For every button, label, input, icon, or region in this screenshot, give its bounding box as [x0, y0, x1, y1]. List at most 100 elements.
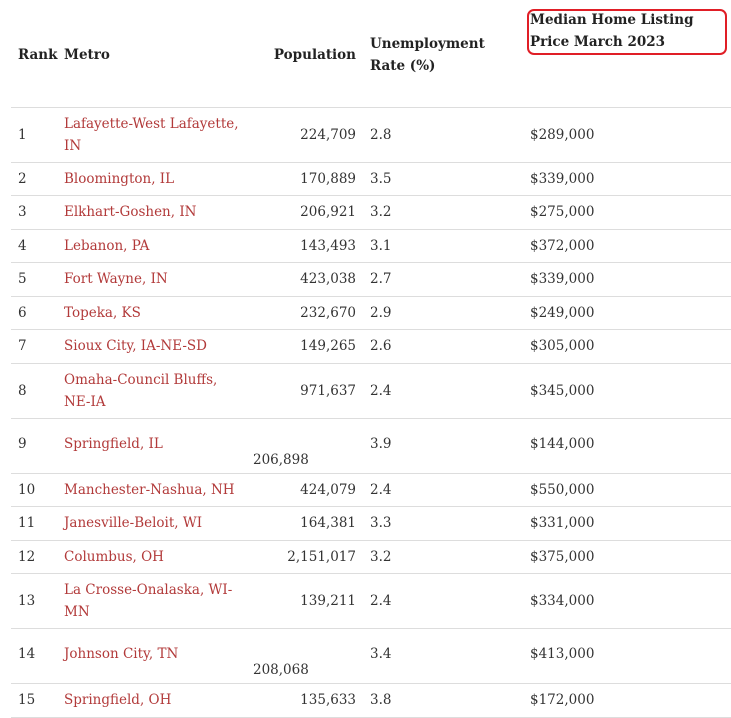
rank-cell: 5	[11, 262, 57, 297]
population-cell: 208,068	[253, 628, 363, 684]
unemployment-cell: 2.7	[363, 262, 523, 297]
table-row: 15 Springfield, OH 135,633 3.8 $172,000	[11, 683, 731, 718]
population-cell: 424,079	[253, 473, 363, 507]
rank-cell: 15	[11, 683, 57, 718]
median-price-cell: $550,000	[523, 473, 731, 507]
metro-link[interactable]: La Crosse-Onalaska, WI-MN	[64, 582, 232, 620]
metro-link[interactable]: Elkhart-Goshen, IN	[64, 204, 196, 220]
median-price-cell: $172,000	[523, 683, 731, 718]
metro-cell: Topeka, KS	[57, 296, 253, 330]
metro-link[interactable]: Bloomington, IL	[64, 171, 174, 187]
unemployment-cell: 3.8	[363, 683, 523, 718]
metro-link[interactable]: Omaha-Council Bluffs, NE-IA	[64, 372, 217, 410]
population-cell: 206,898	[253, 418, 363, 474]
population-cell: 139,211	[253, 573, 363, 629]
metro-cell: Bloomington, IL	[57, 162, 253, 196]
median-price-cell: $289,000	[523, 107, 731, 163]
population-cell: 423,038	[253, 262, 363, 297]
rank-cell: 14	[11, 628, 57, 684]
metro-cell: Sioux City, IA-NE-SD	[57, 329, 253, 364]
median-price-cell: $345,000	[523, 363, 731, 419]
table-row: 6 Topeka, KS 232,670 2.9 $249,000	[11, 296, 731, 330]
metro-link[interactable]: Lebanon, PA	[64, 238, 149, 254]
population-cell: 2,151,017	[253, 540, 363, 574]
median-price-cell: $275,000	[523, 195, 731, 230]
metro-cell: Lebanon, PA	[57, 229, 253, 263]
population-cell: 232,670	[253, 296, 363, 330]
metro-cell: Springfield, IL	[57, 418, 253, 474]
rank-cell: 6	[11, 296, 57, 330]
unemployment-cell: 3.4	[363, 628, 523, 684]
unemployment-cell: 3.5	[363, 162, 523, 196]
table-row: 2 Bloomington, IL 170,889 3.5 $339,000	[11, 162, 731, 196]
table-row: 14 Johnson City, TN 208,068 3.4 $413,000	[11, 628, 731, 684]
table-header: Rank Metro Population Unemployment Rate …	[11, 0, 731, 108]
header-row: Rank Metro Population Unemployment Rate …	[11, 0, 731, 108]
table-row: 12 Columbus, OH 2,151,017 3.2 $375,000	[11, 540, 731, 574]
metro-cell: Manchester-Nashua, NH	[57, 473, 253, 507]
metro-cell: Fort Wayne, IN	[57, 262, 253, 297]
table-row: 7 Sioux City, IA-NE-SD 149,265 2.6 $305,000	[11, 329, 731, 364]
rank-cell: 12	[11, 540, 57, 574]
median-price-cell: $339,000	[523, 162, 731, 196]
column-header-median-home-price: Median Home Listing Price March 2023	[523, 0, 731, 108]
table-row: 8 Omaha-Council Bluffs, NE-IA 971,637 2.4 $3…	[11, 363, 731, 419]
population-cell: 164,381	[253, 506, 363, 541]
population-cell: 206,921	[253, 195, 363, 230]
unemployment-cell: 3.2	[363, 540, 523, 574]
table-row: 13 La Crosse-Onalaska, WI-MN 139,211 2.4 $33…	[11, 573, 731, 629]
unemployment-cell: 2.8	[363, 107, 523, 163]
table-row: 1 Lafayette-West Lafayette, IN 224,709 2.8 $…	[11, 107, 731, 163]
rank-cell: 3	[11, 195, 57, 230]
column-header-metro: Metro	[57, 0, 253, 108]
table-row: 5 Fort Wayne, IN 423,038 2.7 $339,000	[11, 262, 731, 297]
median-price-header-label: Median Home Listing Price March 2023	[530, 12, 694, 50]
rank-cell: 13	[11, 573, 57, 629]
metro-link[interactable]: Topeka, KS	[64, 305, 141, 321]
metro-link[interactable]: Johnson City, TN	[64, 646, 178, 662]
metro-link[interactable]: Sioux City, IA-NE-SD	[64, 338, 207, 354]
median-price-cell: $305,000	[523, 329, 731, 364]
metro-link[interactable]: Lafayette-West Lafayette, IN	[64, 116, 239, 154]
median-price-cell: $372,000	[523, 229, 731, 263]
unemployment-cell: 2.6	[363, 329, 523, 364]
rank-cell: 11	[11, 506, 57, 541]
metro-cell: Johnson City, TN	[57, 628, 253, 684]
population-cell: 224,709	[253, 107, 363, 163]
rank-cell: 10	[11, 473, 57, 507]
metro-cell: La Crosse-Onalaska, WI-MN	[57, 573, 253, 629]
metro-link[interactable]: Manchester-Nashua, NH	[64, 482, 235, 498]
table-row: 11 Janesville-Beloit, WI 164,381 3.3 $331,00…	[11, 506, 731, 541]
unemployment-cell: 2.4	[363, 363, 523, 419]
population-cell: 143,493	[253, 229, 363, 263]
unemployment-cell: 3.2	[363, 195, 523, 230]
unemployment-cell: 2.9	[363, 296, 523, 330]
unemployment-cell: 3.9	[363, 418, 523, 474]
table-row: 10 Manchester-Nashua, NH 424,079 2.4 $550,00…	[11, 473, 731, 507]
rank-cell: 8	[11, 363, 57, 419]
metro-link[interactable]: Fort Wayne, IN	[64, 271, 168, 287]
median-price-cell: $331,000	[523, 506, 731, 541]
rank-cell: 9	[11, 418, 57, 474]
rank-cell: 7	[11, 329, 57, 364]
metro-cell: Janesville-Beloit, WI	[57, 506, 253, 541]
metro-cell: Elkhart-Goshen, IN	[57, 195, 253, 230]
median-price-cell: $413,000	[523, 628, 731, 684]
metro-cell: Lafayette-West Lafayette, IN	[57, 107, 253, 163]
metro-link[interactable]: Janesville-Beloit, WI	[64, 515, 202, 531]
metro-ranking-table: Rank Metro Population Unemployment Rate …	[11, 0, 731, 718]
table-body: 1 Lafayette-West Lafayette, IN 224,709 2.8 $…	[11, 107, 731, 718]
unemployment-cell: 3.1	[363, 229, 523, 263]
median-price-cell: $249,000	[523, 296, 731, 330]
metro-link[interactable]: Springfield, IL	[64, 436, 163, 452]
rank-cell: 2	[11, 162, 57, 196]
unemployment-cell: 2.4	[363, 573, 523, 629]
median-price-cell: $334,000	[523, 573, 731, 629]
median-price-cell: $144,000	[523, 418, 731, 474]
metro-cell: Springfield, OH	[57, 683, 253, 718]
metro-link[interactable]: Springfield, OH	[64, 692, 171, 708]
rank-cell: 4	[11, 229, 57, 263]
median-price-cell: $375,000	[523, 540, 731, 574]
metro-link[interactable]: Columbus, OH	[64, 549, 164, 565]
population-cell: 135,633	[253, 683, 363, 718]
